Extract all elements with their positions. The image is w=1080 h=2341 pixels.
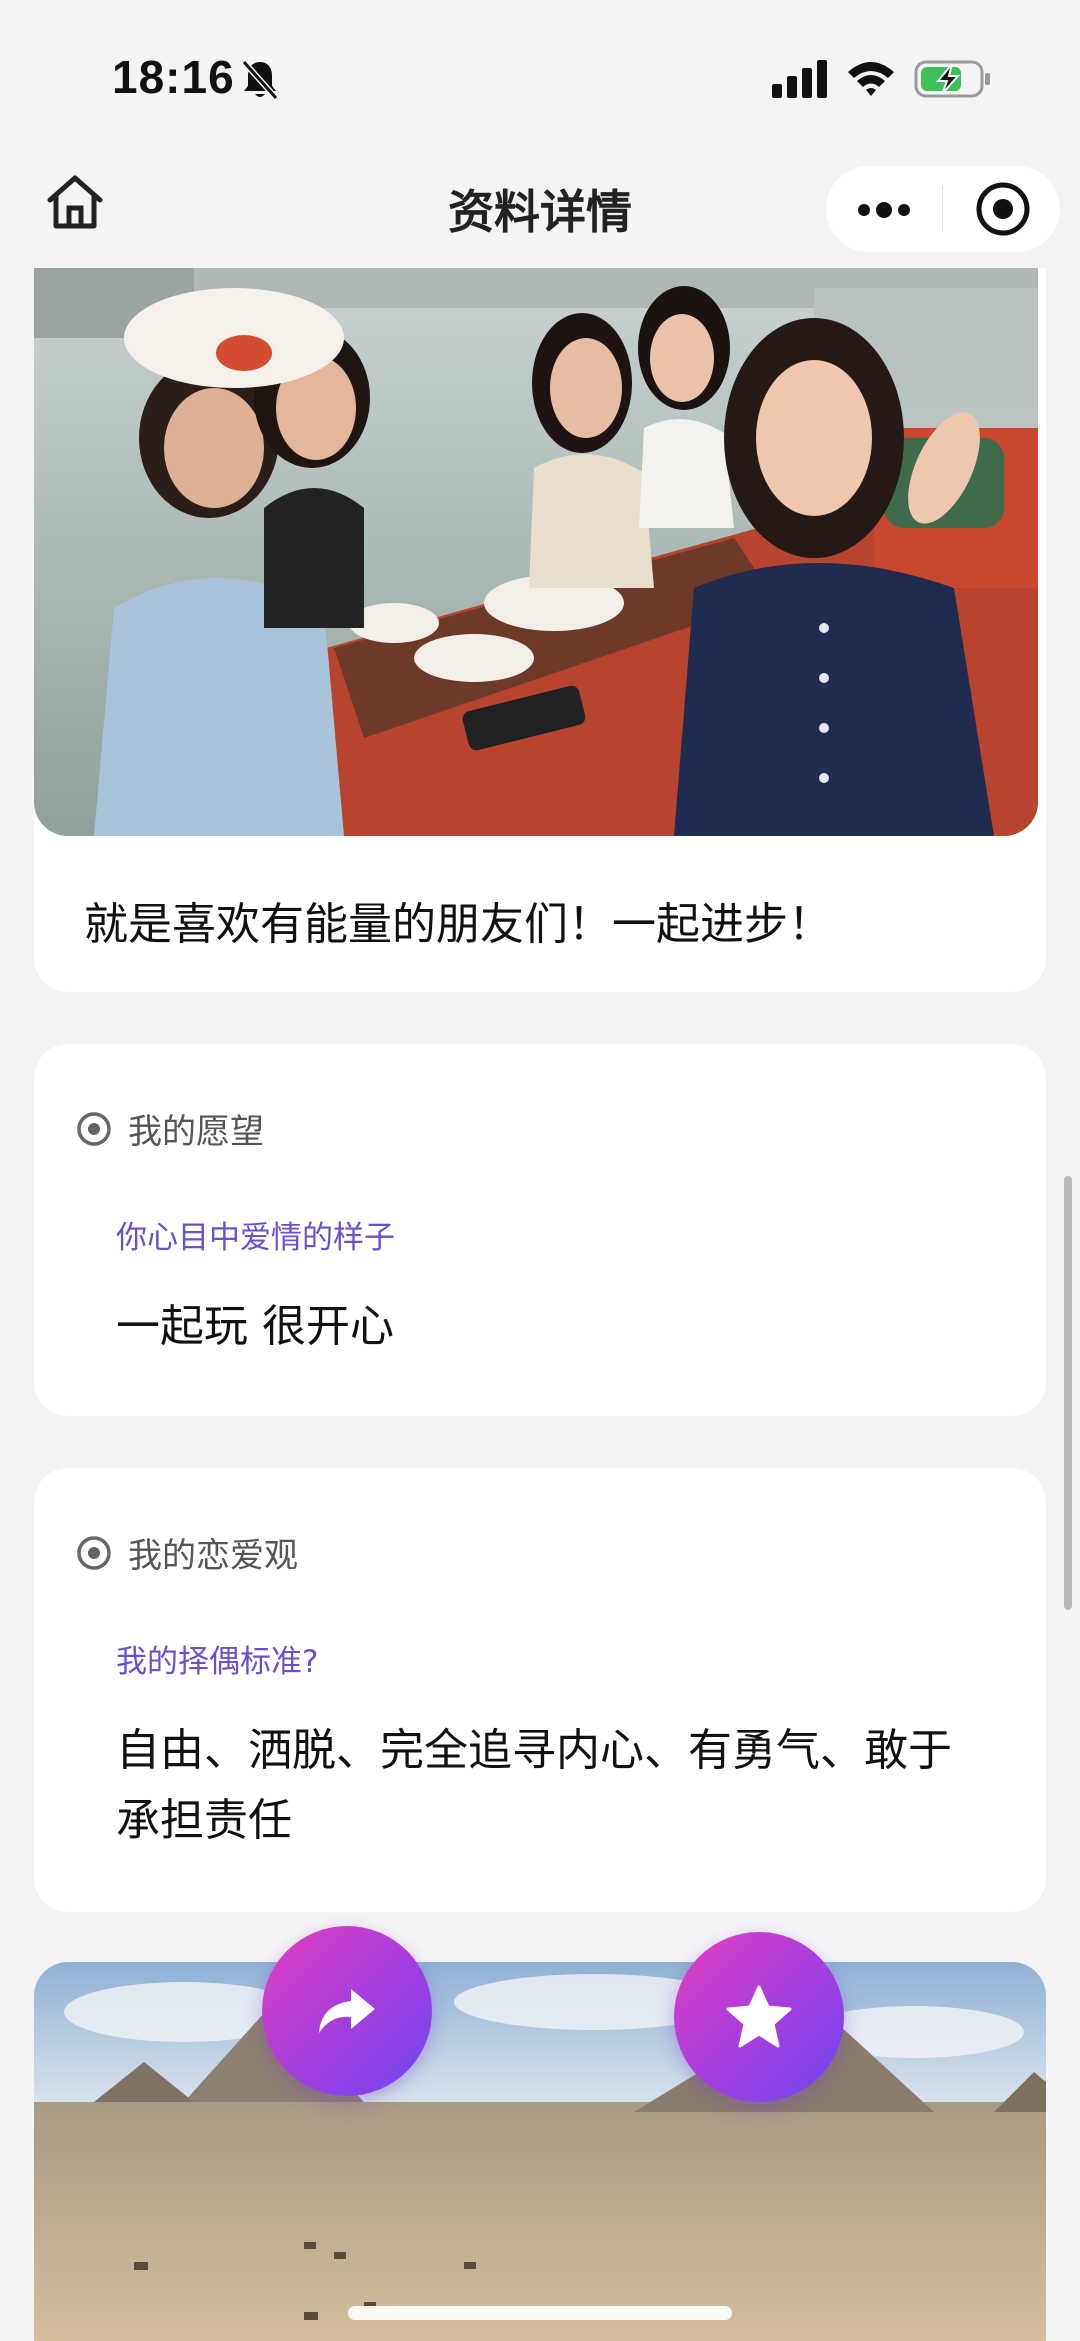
question-text: 我的择偶标准?	[116, 1644, 319, 1680]
wifi-icon	[848, 62, 894, 96]
target-icon	[77, 1111, 111, 1146]
battery-charging-icon	[914, 60, 990, 98]
share-icon	[319, 1989, 375, 2033]
target-icon[interactable]	[974, 180, 1032, 238]
signal-icon	[772, 60, 827, 98]
star-icon	[726, 1985, 792, 2048]
favorite-button[interactable]	[674, 1932, 844, 2102]
answer-text: 一起玩 很开心	[116, 1301, 394, 1352]
photo-card: 就是喜欢有能量的朋友们！一起进步！	[34, 268, 1046, 992]
photo-card-2	[34, 1962, 1046, 2341]
photo-caption: 就是喜欢有能量的朋友们！一起进步！	[84, 899, 832, 950]
bell-off-icon	[241, 60, 279, 100]
section-title: 我的恋爱观	[128, 1536, 298, 1576]
target-icon	[77, 1535, 111, 1570]
more-icon[interactable]	[854, 192, 914, 228]
answer-text: 自由、洒脱、完全追寻内心、有勇气、敢于承担责任	[116, 1725, 952, 1846]
share-button[interactable]	[262, 1926, 432, 2096]
status-time: 18:16	[112, 51, 235, 103]
home-indicator[interactable]	[348, 2306, 732, 2320]
scrollbar[interactable]	[1064, 1176, 1072, 1610]
wish-card: 我的愿望 你心目中爱情的样子 一起玩 很开心	[34, 1044, 1046, 1416]
section-header: 我的愿望	[76, 1104, 264, 1153]
capsule-divider	[942, 186, 943, 232]
status-bar: 18:16	[0, 0, 1080, 160]
pyramid-photo[interactable]	[34, 1962, 1046, 2341]
love-view-card: 我的恋爱观 我的择偶标准? 自由、洒脱、完全追寻内心、有勇气、敢于承担责任	[34, 1468, 1046, 1912]
section-title: 我的愿望	[128, 1112, 264, 1152]
section-header: 我的恋爱观	[76, 1528, 298, 1577]
question-text: 你心目中爱情的样子	[116, 1220, 395, 1256]
group-photo[interactable]	[34, 268, 1038, 836]
